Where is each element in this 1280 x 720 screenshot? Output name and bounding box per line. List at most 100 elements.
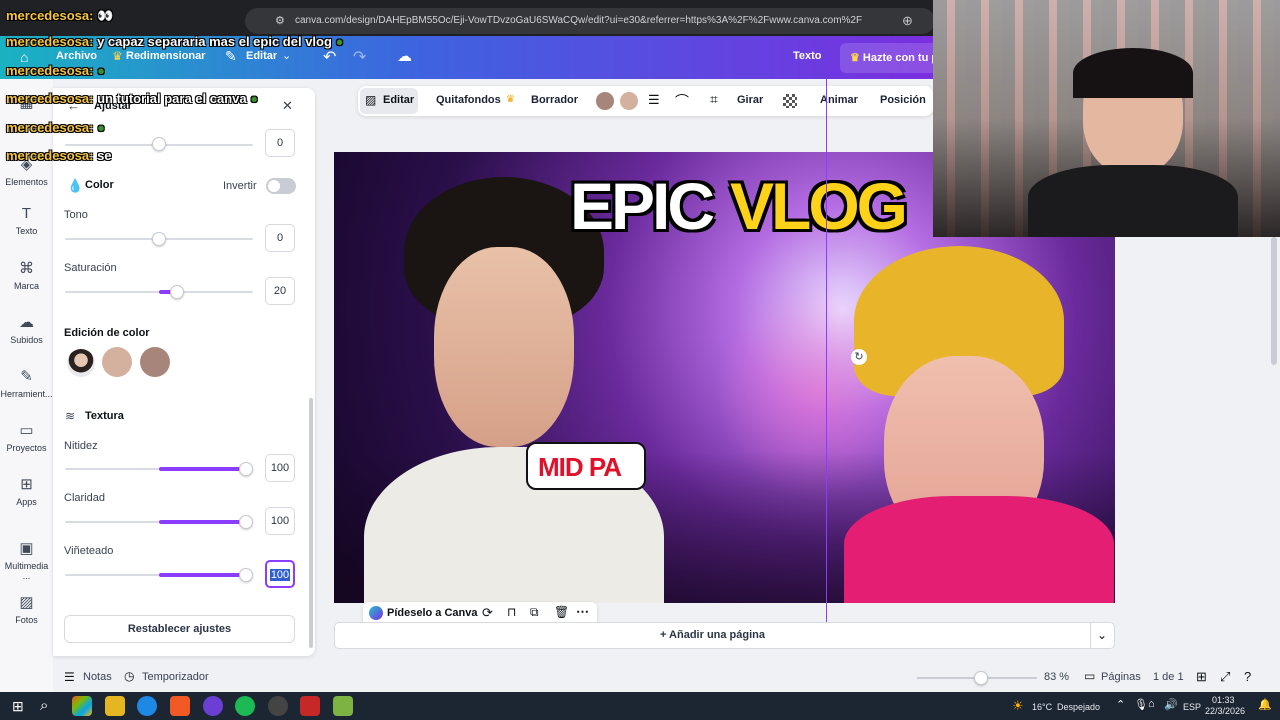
slider-value-top[interactable]: 0 xyxy=(265,129,295,157)
value-vineteado[interactable]: 100 xyxy=(265,560,295,588)
slider-handle-claridad[interactable] xyxy=(239,515,253,529)
position-button[interactable]: Posición xyxy=(880,94,926,106)
chevron-down-icon[interactable]: ⌄ xyxy=(282,49,291,62)
slider-handle-saturacion[interactable] xyxy=(170,285,184,299)
close-icon[interactable]: ✕ xyxy=(282,98,293,114)
invert-toggle[interactable] xyxy=(266,178,296,194)
rail-item-proyectos[interactable]: ▭ Proyectos xyxy=(0,421,53,453)
value-claridad[interactable]: 100 xyxy=(265,507,295,535)
slider-handle-nitidez[interactable] xyxy=(239,462,253,476)
guide-line xyxy=(826,79,827,646)
upgrade-pro-button[interactable]: ♛ Hazte con tu p xyxy=(840,43,940,73)
weather-temp[interactable]: 16°C xyxy=(1032,702,1052,712)
app-icon[interactable] xyxy=(203,696,223,716)
windows-start-icon[interactable]: ⊞ xyxy=(12,698,24,715)
microphone-icon[interactable]: 🎙 xyxy=(1134,698,1148,711)
value-nitidez[interactable]: 100 xyxy=(265,454,295,482)
spotify-icon[interactable] xyxy=(235,696,255,716)
rail-item-multimedia[interactable]: ▣ Multimedia ... xyxy=(0,539,53,581)
fullscreen-icon[interactable]: ⤢ xyxy=(1220,669,1230,685)
crop-icon[interactable]: ⌗ xyxy=(710,91,718,108)
search-icon[interactable]: ⌕ xyxy=(40,697,48,714)
swatch-skin-dark[interactable] xyxy=(140,347,170,377)
rail-item-marca[interactable]: ⌘ Marca xyxy=(0,259,53,291)
zoom-slider-handle[interactable] xyxy=(974,671,988,685)
rail-item-fotos[interactable]: ▨ Fotos xyxy=(0,593,53,625)
speech-bubble[interactable]: MID PA xyxy=(526,442,646,490)
app-red-icon[interactable] xyxy=(300,696,320,716)
value-tono[interactable]: 0 xyxy=(265,224,295,252)
chat-message: mercedesosa: se xyxy=(6,148,112,163)
network-icon[interactable]: ⌂ xyxy=(1148,698,1155,710)
title-epic[interactable]: EPIC xyxy=(570,168,715,244)
transparency-icon[interactable] xyxy=(783,94,797,108)
rail-item-subidos[interactable]: ☁ Subidos xyxy=(0,313,53,345)
person-right-image[interactable] xyxy=(814,236,1114,603)
zoom-icon[interactable]: ⊕ xyxy=(902,13,913,29)
weather-desc[interactable]: Despejado xyxy=(1057,702,1100,712)
image-edit-icon: ▨ xyxy=(365,93,377,107)
obs-icon[interactable] xyxy=(268,696,288,716)
brand-icon: ⌘ xyxy=(19,260,34,277)
comment-add-icon[interactable]: ⟳ xyxy=(482,605,493,621)
timer-button[interactable]: Temporizador xyxy=(142,671,209,683)
address-bar[interactable]: ⚙ canva.com/design/DAHEpBM55Oc/Eji-VowTD… xyxy=(245,8,935,34)
title-vlog[interactable]: VLOG xyxy=(730,168,908,244)
edit-image-button[interactable]: ▨ Editar xyxy=(360,88,418,114)
duplicate-icon[interactable]: ⧉ xyxy=(530,605,539,620)
slider-handle[interactable] xyxy=(152,137,166,151)
color-swatch-dark[interactable] xyxy=(596,92,614,110)
swatch-skin-light[interactable] xyxy=(102,347,132,377)
notes-button[interactable]: Notas xyxy=(83,671,112,683)
panel-scrollbar[interactable] xyxy=(309,398,313,648)
swatch-photo[interactable] xyxy=(67,349,95,377)
chevron-down-icon[interactable]: ⌄ xyxy=(1097,628,1107,642)
ask-canva-button[interactable]: Pídeselo a Canva xyxy=(387,607,478,619)
brave-icon[interactable] xyxy=(170,696,190,716)
slider-label-tono: Tono xyxy=(64,209,88,221)
bg-remover-button[interactable]: Quitafondos xyxy=(436,94,501,106)
border-style-icon[interactable]: ☰ xyxy=(648,92,660,108)
grid-view-icon[interactable]: ⊞ xyxy=(1196,669,1207,685)
cloud-sync-icon[interactable]: ☁ xyxy=(397,47,412,65)
menu-editar[interactable]: Editar xyxy=(246,50,277,62)
more-options-icon[interactable]: ⋯ xyxy=(576,604,589,620)
trash-icon[interactable]: 🗑 xyxy=(554,605,569,619)
eraser-button[interactable]: Borrador xyxy=(531,94,578,106)
flip-button[interactable]: Girar xyxy=(737,94,763,106)
slider-handle-tono[interactable] xyxy=(152,232,166,246)
zoom-level[interactable]: 83 % xyxy=(1044,671,1069,683)
clock-date[interactable]: 22/3/2026 xyxy=(1205,706,1245,716)
color-swatch-light[interactable] xyxy=(620,92,638,110)
redo-icon[interactable]: ↷ xyxy=(353,47,366,67)
menu-redimensionar[interactable]: Redimensionar xyxy=(126,50,205,62)
site-info-icon[interactable]: ⚙ xyxy=(275,8,285,34)
rail-item-texto[interactable]: T Texto xyxy=(0,205,53,236)
language-indicator[interactable]: ESP xyxy=(1183,702,1201,712)
add-page-button[interactable]: + Añadir una página xyxy=(335,629,1090,641)
chevron-up-icon[interactable]: ⌃ xyxy=(1116,698,1125,711)
pages-button[interactable]: Páginas xyxy=(1101,671,1141,683)
menu-archivo[interactable]: Archivo xyxy=(56,50,97,62)
copilot-icon[interactable] xyxy=(72,696,92,716)
drop-icon: 💧 xyxy=(67,178,84,193)
volume-icon[interactable]: 🔊 xyxy=(1164,698,1178,711)
rail-item-apps[interactable]: ⊞ Apps xyxy=(0,475,53,507)
help-icon[interactable]: ? xyxy=(1244,669,1251,684)
app-green-icon[interactable] xyxy=(333,696,353,716)
lock-icon[interactable]: ⊓ xyxy=(507,605,516,619)
rotate-handle-icon[interactable]: ↻ xyxy=(851,349,867,365)
clock-time[interactable]: 01:33 xyxy=(1212,695,1235,705)
value-saturacion[interactable]: 20 xyxy=(265,277,295,305)
text-label[interactable]: Texto xyxy=(793,50,822,62)
file-explorer-icon[interactable] xyxy=(105,696,125,716)
edge-icon[interactable] xyxy=(137,696,157,716)
page-scrollbar[interactable] xyxy=(1271,237,1277,365)
weather-icon: ☀ xyxy=(1012,698,1024,713)
corner-rounding-icon[interactable]: ⌒ xyxy=(675,91,689,111)
undo-icon[interactable]: ↶ xyxy=(323,47,336,67)
notification-icon[interactable]: 🔔 xyxy=(1258,698,1272,711)
slider-handle-vineteado[interactable] xyxy=(239,568,253,582)
rail-item-herramientas[interactable]: ✎ Herramient... xyxy=(0,367,53,399)
reset-adjustments-button[interactable]: Restablecer ajustes xyxy=(64,615,295,643)
